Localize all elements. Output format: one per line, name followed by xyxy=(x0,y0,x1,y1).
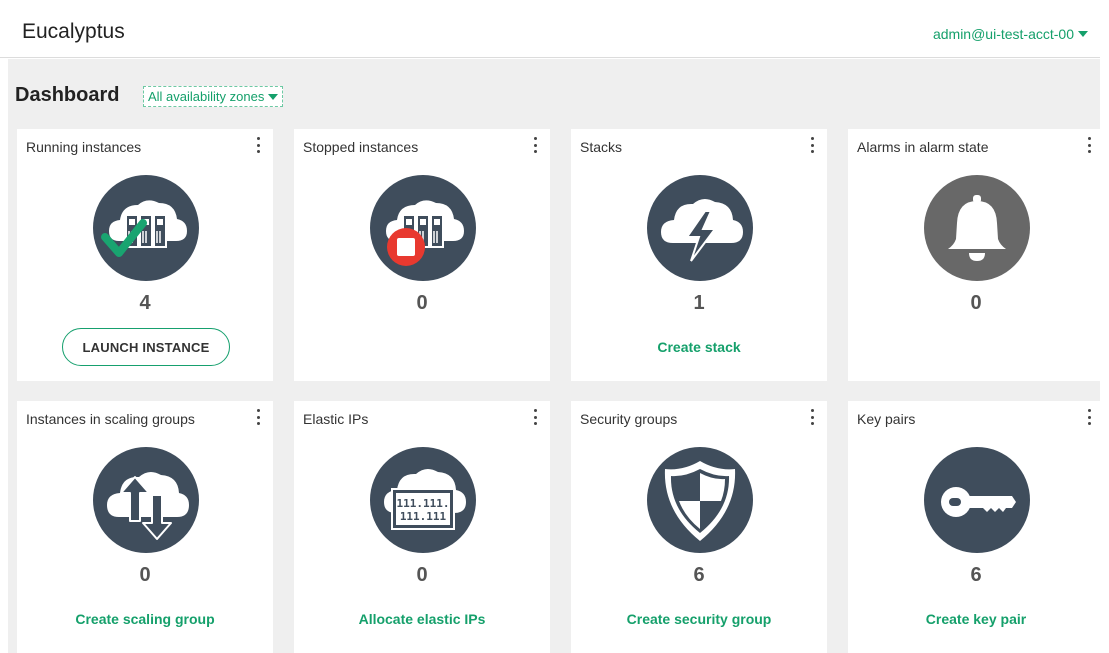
create-key-pair-link[interactable]: Create key pair xyxy=(848,611,1104,627)
page-title: Dashboard xyxy=(15,84,120,106)
more-options-icon[interactable] xyxy=(1086,137,1092,153)
user-menu-label: admin@ui-test-acct-00 xyxy=(932,26,1074,42)
more-options-icon[interactable] xyxy=(809,409,815,425)
ip-icon-text-1: 111.111. xyxy=(397,497,450,510)
tile-title: Alarms in alarm state xyxy=(857,139,989,155)
tile-stopped-instances: Stopped instances 0 xyxy=(294,129,550,381)
availability-zone-dropdown[interactable]: All availability zones xyxy=(143,86,284,107)
tile-security-groups: Security groups 6 Create security group xyxy=(571,401,827,653)
tile-alarms: Alarms in alarm state 0 xyxy=(848,129,1104,381)
tile-count: 0 xyxy=(139,564,151,586)
tile-key-pairs: Key pairs 6 Create key pair xyxy=(848,401,1104,653)
allocate-elastic-ips-link[interactable]: Allocate elastic IPs xyxy=(294,611,550,627)
launch-instance-button[interactable]: LAUNCH INSTANCE xyxy=(62,328,230,366)
create-security-group-link[interactable]: Create security group xyxy=(571,611,827,627)
scaling-groups-icon xyxy=(93,447,199,553)
running-instances-icon xyxy=(93,175,199,281)
tile-title: Stacks xyxy=(580,139,623,155)
availability-zone-label: All availability zones xyxy=(148,89,265,104)
key-icon xyxy=(924,447,1030,553)
chevron-down-icon xyxy=(268,93,279,100)
tile-title: Stopped instances xyxy=(303,139,419,155)
tile-elastic-ips: Elastic IPs 111.111. 111.111 0 Allocate … xyxy=(294,401,550,653)
tile-count: 4 xyxy=(139,292,151,314)
stacks-icon xyxy=(647,175,753,281)
ip-icon-text-2: 111.111 xyxy=(400,510,447,523)
app-title: Eucalyptus xyxy=(22,20,125,43)
tile-title: Key pairs xyxy=(857,411,916,427)
tile-running-instances: Running instances 4 LAUNCH INSTANCE xyxy=(17,129,273,381)
tile-title: Instances in scaling groups xyxy=(26,411,195,427)
tile-count: 1 xyxy=(693,292,705,314)
more-options-icon[interactable] xyxy=(532,137,538,153)
elastic-ips-icon: 111.111. 111.111 xyxy=(370,447,476,553)
tile-title: Security groups xyxy=(580,411,678,427)
tile-count: 0 xyxy=(416,564,428,586)
tile-count: 6 xyxy=(693,564,705,586)
bell-icon xyxy=(924,175,1030,281)
more-options-icon[interactable] xyxy=(255,409,261,425)
tile-title: Running instances xyxy=(26,139,142,155)
create-stack-link[interactable]: Create stack xyxy=(571,339,827,355)
more-options-icon[interactable] xyxy=(532,409,538,425)
tile-title: Elastic IPs xyxy=(303,411,369,427)
more-options-icon[interactable] xyxy=(1086,409,1092,425)
tile-count: 0 xyxy=(416,292,428,314)
tile-stacks: Stacks 1 Create stack xyxy=(571,129,827,381)
stopped-instances-icon xyxy=(370,175,476,281)
more-options-icon[interactable] xyxy=(255,137,261,153)
tile-count: 6 xyxy=(970,564,982,586)
top-bar: Eucalyptus admin@ui-test-acct-00 xyxy=(0,0,1100,58)
tile-scaling-groups: Instances in scaling groups 0 Create sca… xyxy=(17,401,273,653)
more-options-icon[interactable] xyxy=(809,137,815,153)
create-scaling-group-link[interactable]: Create scaling group xyxy=(17,611,273,627)
tile-count: 0 xyxy=(970,292,982,314)
security-shield-icon xyxy=(647,447,753,553)
chevron-down-icon xyxy=(1078,31,1088,37)
user-menu[interactable]: admin@ui-test-acct-00 xyxy=(933,26,1088,42)
